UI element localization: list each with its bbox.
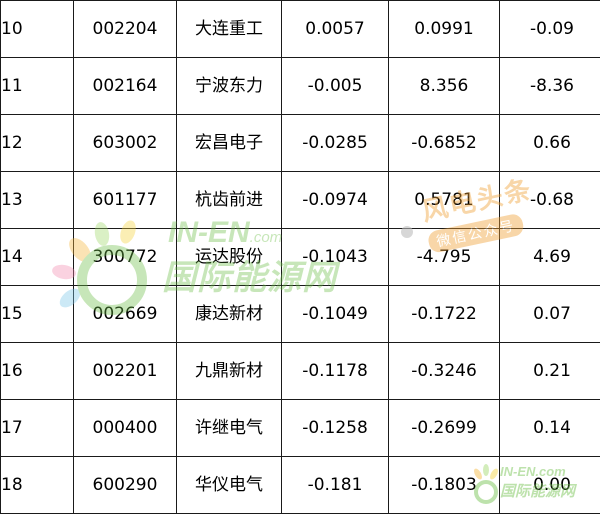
cell-stock-code: 600290 bbox=[73, 456, 177, 514]
table-row: 10 002204 大连重工 0.0057 0.0991 -0.09 bbox=[0, 0, 600, 58]
page: 10 002204 大连重工 0.0057 0.0991 -0.09 11 00… bbox=[0, 0, 600, 517]
cell-stock-code: 603002 bbox=[73, 114, 177, 172]
cell-value-2: -0.6852 bbox=[388, 114, 500, 172]
cell-index: 10 bbox=[0, 0, 74, 58]
cell-value-3: 0.07 bbox=[499, 285, 600, 343]
table-row: 11 002164 宁波东力 -0.005 8.356 -8.36 bbox=[0, 57, 600, 115]
cell-index: 16 bbox=[0, 342, 74, 400]
cell-stock-code: 002669 bbox=[73, 285, 177, 343]
cell-company-name: 康达新材 bbox=[176, 285, 282, 343]
table-row: 15 002669 康达新材 -0.1049 -0.1722 0.07 bbox=[0, 285, 600, 343]
watermark-dot bbox=[401, 226, 413, 238]
cell-index: 15 bbox=[0, 285, 74, 343]
cell-value-1: 0.0057 bbox=[281, 0, 389, 58]
cell-value-2: 0.0991 bbox=[388, 0, 500, 58]
cell-value-3: 0.14 bbox=[499, 399, 600, 457]
table-body: 10 002204 大连重工 0.0057 0.0991 -0.09 11 00… bbox=[0, 0, 600, 514]
table-row: 18 600290 华仪电气 -0.181 -0.1803 0.00 bbox=[0, 456, 600, 514]
cell-stock-code: 002204 bbox=[73, 0, 177, 58]
cell-index: 12 bbox=[0, 114, 74, 172]
cell-index: 13 bbox=[0, 171, 74, 229]
table-row: 14 300772 运达股份 -0.1043 -4.795 4.69 bbox=[0, 228, 600, 286]
cell-index: 11 bbox=[0, 57, 74, 115]
cell-value-3: 0.66 bbox=[499, 114, 600, 172]
cell-value-3: 4.69 bbox=[499, 228, 600, 286]
cell-company-name: 杭齿前进 bbox=[176, 171, 282, 229]
cell-value-2: -0.2699 bbox=[388, 399, 500, 457]
table-row: 17 000400 许继电气 -0.1258 -0.2699 0.14 bbox=[0, 399, 600, 457]
cell-company-name: 宁波东力 bbox=[176, 57, 282, 115]
cell-company-name: 大连重工 bbox=[176, 0, 282, 58]
cell-index: 17 bbox=[0, 399, 74, 457]
cell-value-1: -0.0974 bbox=[281, 171, 389, 229]
table-row: 12 603002 宏昌电子 -0.0285 -0.6852 0.66 bbox=[0, 114, 600, 172]
table-row: 13 601177 杭齿前进 -0.0974 0.5781 -0.68 bbox=[0, 171, 600, 229]
cell-value-3: 0.00 bbox=[499, 456, 600, 514]
cell-value-2: 8.356 bbox=[388, 57, 500, 115]
cell-stock-code: 601177 bbox=[73, 171, 177, 229]
cell-index: 14 bbox=[0, 228, 74, 286]
cell-stock-code: 002164 bbox=[73, 57, 177, 115]
data-table: 10 002204 大连重工 0.0057 0.0991 -0.09 11 00… bbox=[0, 0, 600, 514]
cell-value-2: -0.1722 bbox=[388, 285, 500, 343]
cell-index: 18 bbox=[0, 456, 74, 514]
cell-value-1: -0.181 bbox=[281, 456, 389, 514]
cell-value-1: -0.1049 bbox=[281, 285, 389, 343]
cell-value-1: -0.1043 bbox=[281, 228, 389, 286]
cell-stock-code: 002201 bbox=[73, 342, 177, 400]
cell-value-1: -0.1258 bbox=[281, 399, 389, 457]
cell-company-name: 宏昌电子 bbox=[176, 114, 282, 172]
cell-stock-code: 000400 bbox=[73, 399, 177, 457]
cell-stock-code: 300772 bbox=[73, 228, 177, 286]
table-row: 16 002201 九鼎新材 -0.1178 -0.3246 0.21 bbox=[0, 342, 600, 400]
cell-value-2: 0.5781 bbox=[388, 171, 500, 229]
cell-value-1: -0.005 bbox=[281, 57, 389, 115]
cell-value-2: -0.3246 bbox=[388, 342, 500, 400]
cell-value-2: -0.1803 bbox=[388, 456, 500, 514]
cell-value-3: 0.21 bbox=[499, 342, 600, 400]
cell-value-3: -0.09 bbox=[499, 0, 600, 58]
cell-value-3: -8.36 bbox=[499, 57, 600, 115]
cell-company-name: 九鼎新材 bbox=[176, 342, 282, 400]
cell-company-name: 华仪电气 bbox=[176, 456, 282, 514]
cell-value-1: -0.1178 bbox=[281, 342, 389, 400]
cell-company-name: 许继电气 bbox=[176, 399, 282, 457]
cell-value-3: -0.68 bbox=[499, 171, 600, 229]
cell-company-name: 运达股份 bbox=[176, 228, 282, 286]
cell-value-1: -0.0285 bbox=[281, 114, 389, 172]
